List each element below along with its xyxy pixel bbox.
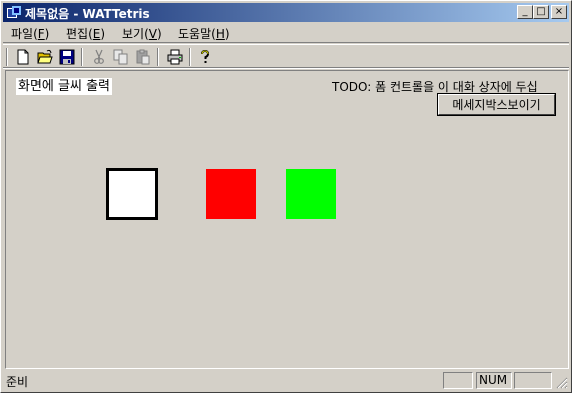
- title-bar[interactable]: 제목없음 - WATTetris _ □ ×: [3, 3, 569, 22]
- status-pane-scroll: [514, 372, 552, 389]
- toolbar-separator: [81, 48, 83, 66]
- num-indicator: NUM: [479, 373, 508, 387]
- red-block: [206, 169, 256, 219]
- help-icon: [201, 49, 210, 63]
- menu-file[interactable]: 파일(F): [11, 25, 49, 42]
- save-button[interactable]: [57, 47, 77, 67]
- menu-view[interactable]: 보기(V): [122, 25, 162, 42]
- status-text: 준비: [6, 375, 29, 389]
- cut-button[interactable]: [89, 47, 109, 67]
- hello-text: 화면에 글씨 출력: [16, 78, 112, 95]
- menu-edit[interactable]: 편집(E): [66, 25, 105, 42]
- toolbar-separator: [157, 48, 159, 66]
- menu-bar: 파일(F) 편집(E) 보기(V) 도움말(H): [3, 22, 569, 42]
- maximize-button[interactable]: □: [533, 5, 549, 19]
- minimize-button[interactable]: _: [517, 5, 533, 19]
- help-button[interactable]: [195, 47, 215, 67]
- paste-button[interactable]: [133, 47, 153, 67]
- resize-grip-icon[interactable]: [556, 377, 568, 389]
- open-folder-icon: [37, 49, 53, 64]
- close-button[interactable]: ×: [551, 5, 567, 19]
- print-button[interactable]: [165, 47, 185, 67]
- toolbar: [3, 42, 569, 69]
- copy-icon: [113, 49, 128, 65]
- menu-help[interactable]: 도움말(H): [178, 25, 230, 42]
- new-button[interactable]: [13, 47, 33, 67]
- app-icon: [7, 6, 21, 18]
- window-title: 제목없음 - WATTetris: [25, 7, 150, 21]
- print-icon: [167, 49, 183, 65]
- show-messagebox-button[interactable]: 메세지박스보이기: [438, 94, 555, 115]
- green-block: [286, 169, 336, 219]
- status-bar: 준비 NUM: [3, 371, 569, 390]
- close-icon: ×: [554, 6, 564, 17]
- minimize-icon: _: [522, 6, 528, 17]
- todo-text: TODO: 폼 컨트롤을 이 대화 상자에 두십: [332, 80, 538, 94]
- client-area[interactable]: 화면에 글씨 출력 TODO: 폼 컨트롤을 이 대화 상자에 두십 메세지박스…: [5, 70, 569, 369]
- status-pane-caps: [443, 372, 473, 389]
- white-block: [106, 168, 158, 220]
- copy-button[interactable]: [111, 47, 131, 67]
- cut-scissors-icon: [94, 49, 104, 64]
- toolbar-separator: [189, 48, 191, 66]
- paste-icon: [136, 49, 150, 65]
- open-button[interactable]: [35, 47, 55, 67]
- toolbar-grip: [6, 48, 8, 66]
- new-document-icon: [17, 49, 29, 65]
- main-window: 제목없음 - WATTetris _ □ × 파일(F) 편집(E) 보기(V)…: [0, 0, 572, 393]
- status-pane-num: NUM: [476, 372, 512, 389]
- save-disk-icon: [59, 49, 75, 65]
- maximize-icon: □: [536, 6, 546, 17]
